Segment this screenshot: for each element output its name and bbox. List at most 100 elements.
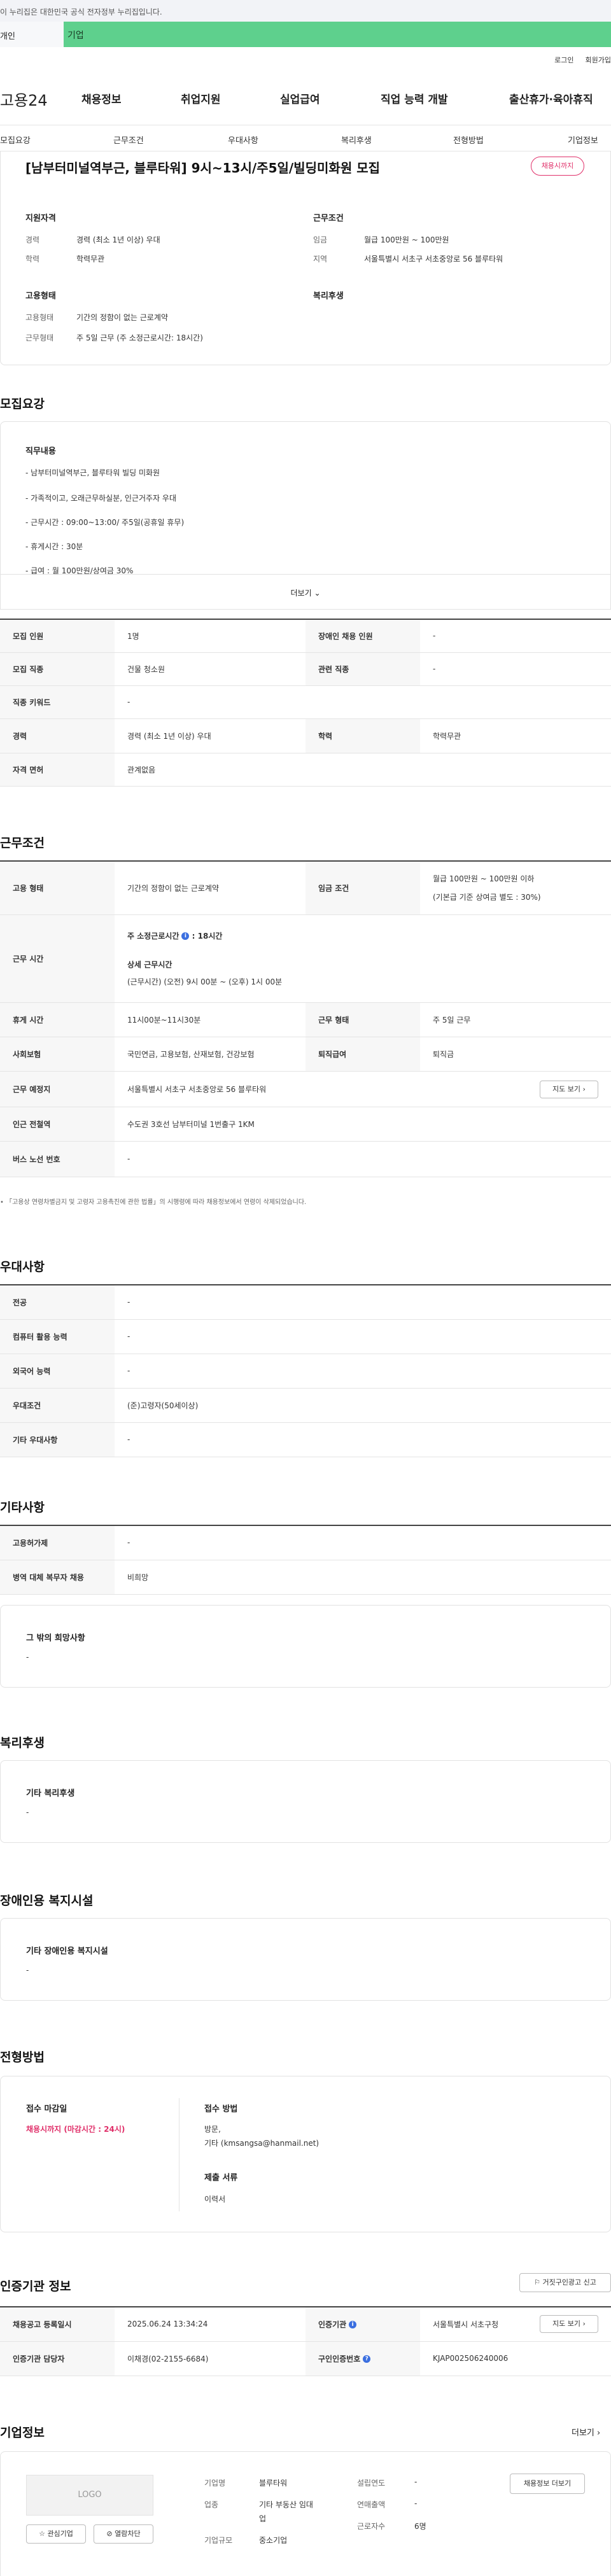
- info-icon[interactable]: i: [349, 2321, 357, 2329]
- detail-hours-value: (근무시간) (오전) 9시 00분 ~ (오후) 1시 00분: [127, 977, 283, 986]
- table-header-cell: 근무 형태: [306, 1002, 420, 1037]
- company-more-link[interactable]: 더보기 ›: [572, 2426, 600, 2438]
- deadline-value: 채용시까지 (마감시간 : 24시): [26, 2125, 125, 2134]
- org-map-button[interactable]: 지도 보기 ›: [540, 2315, 598, 2333]
- table-header-cell: 근무 예정지: [0, 1071, 115, 1107]
- table-row: 채용공고 등록일시 2025.06.24 13:34:24 인증기관 i 서울특별…: [0, 2307, 611, 2342]
- table-cell: 이채경(02-2155-6684): [115, 2341, 306, 2376]
- table-row: 고용 형태 기간의 정함이 없는 근로계약 임금 조건 월급 100만원 ~ 1…: [0, 861, 611, 915]
- career-value: 경력 (최소 1년 이상) 우대: [76, 235, 160, 244]
- chevron-right-icon: ›: [582, 2320, 586, 2328]
- gnb-item[interactable]: 실업급여: [280, 90, 320, 106]
- tab-personal[interactable]: 개인: [0, 22, 64, 47]
- selection-box: 접수 마감일 채용시까지 (마감시간 : 24시) 접수 방법 방문, 기타 (…: [0, 2076, 611, 2232]
- site-logo[interactable]: 고용24: [0, 88, 48, 110]
- cert-table: 채용공고 등록일시 2025.06.24 13:34:24 인증기관 i 서울특별…: [0, 2306, 611, 2376]
- table-cell: 퇴직금: [420, 1037, 611, 1072]
- company-jobs-button[interactable]: 채용정보 더보기: [510, 2474, 585, 2494]
- welfare-value: -: [26, 1808, 29, 1817]
- interest-button[interactable]: ☆ 관심기업: [26, 2524, 86, 2544]
- job-desc-line: - 남부터미널역부근, 블루타워 빌딩 미화원: [25, 468, 160, 477]
- deadline-title: 접수 마감일: [26, 2104, 67, 2114]
- method-value: 방문,: [204, 2125, 221, 2134]
- gnb-item[interactable]: 취업지원: [181, 90, 221, 106]
- age-note: • 「고용상 연령차별금지 및 고령자 고용촉진에 관한 법률」의 시행령에 따…: [0, 1199, 307, 1206]
- wage-line: 월급 100만원 ~ 100만원 이하: [433, 874, 535, 884]
- table-row: 기타 우대사항 -: [0, 1422, 611, 1457]
- table-cell: 월급 100만원 ~ 100만원 이하 (기본급 기준 상여금 별도 : 30%): [420, 861, 611, 915]
- region-value: 서울특별시 서초구 서초중앙로 56 블루타워: [364, 255, 503, 263]
- table-cell: 기간의 정함이 없는 근로계약: [115, 861, 306, 915]
- career-label: 경력: [25, 235, 40, 244]
- subnav-company[interactable]: 기업정보: [568, 134, 598, 146]
- tab-company[interactable]: 기업: [64, 22, 611, 47]
- chevron-down-icon: ⌄: [314, 589, 321, 598]
- detail-hours-label: 상세 근무시간: [127, 960, 172, 969]
- table-header-cell: 자격 면허: [0, 753, 115, 787]
- gnb-item[interactable]: 직업 능력 개발: [381, 90, 448, 106]
- table-cell: 수도권 3호선 남부터미널 1번출구 1KM: [115, 1107, 611, 1142]
- table-cell: 11시00분~11시30분: [115, 1002, 306, 1037]
- join-link[interactable]: 회원가입: [586, 55, 611, 65]
- section-title-welfare: 복리후생: [0, 1736, 45, 1750]
- login-link[interactable]: 로그인: [554, 55, 573, 65]
- sales-value: -: [414, 2499, 418, 2508]
- job-desc-line: - 근무시간 : 09:00~13:00/ 주5일(공휴일 휴무): [25, 518, 185, 527]
- subnav-conditions[interactable]: 근무조건: [113, 134, 144, 146]
- table-cell: -: [115, 1319, 611, 1354]
- table-row: 컴퓨터 활용 능력 -: [0, 1319, 611, 1354]
- block-button[interactable]: ⊘ 열람차단: [94, 2524, 153, 2544]
- info-icon[interactable]: i: [181, 932, 190, 940]
- subnav-selection[interactable]: 전형방법: [453, 134, 484, 146]
- table-header-cell: 구인인증번호?: [306, 2341, 420, 2376]
- section-title-company: 기업정보: [0, 2426, 45, 2440]
- welfare-title: 기타 복리후생: [26, 1789, 75, 1798]
- table-header-cell: 고용허가제: [0, 1525, 115, 1560]
- table-row: 근무 예정지 서울특별시 서초구 서초중앙로 56 블루타워 지도 보기 ›: [0, 1071, 611, 1107]
- cond-heading: 근무조건: [313, 214, 344, 223]
- emptype-label: 고용형태: [25, 313, 54, 322]
- gnb-item[interactable]: 출산휴가·육아휴직: [509, 90, 593, 106]
- table-header-cell: 관련 직종: [306, 652, 420, 686]
- table-row: 우대조건 (준)고령자(50세이상): [0, 1388, 611, 1423]
- map-button[interactable]: 지도 보기 ›: [540, 1080, 598, 1098]
- subnav-preference[interactable]: 우대사항: [228, 134, 258, 146]
- table-header-cell: 경력: [0, 718, 115, 753]
- report-button[interactable]: ⚐ 거짓구인광고 신고: [519, 2273, 611, 2292]
- table-cell: KJAP002506240006: [420, 2341, 611, 2376]
- table-cell: 2025.06.24 13:34:24: [115, 2307, 306, 2342]
- table-row: 외국어 능력 -: [0, 1354, 611, 1389]
- company-logo: LOGO: [26, 2475, 153, 2516]
- worktype-label: 근무형태: [25, 333, 54, 342]
- table-header-cell: 우대조건: [0, 1388, 115, 1423]
- table-header-cell: 버스 노선 번호: [0, 1141, 115, 1177]
- table-header-cell: 학력: [306, 718, 420, 753]
- location-value: 서울특별시 서초구 서초중앙로 56 블루타워: [127, 1084, 267, 1094]
- industry-value: 기타 부동산 임대: [259, 2500, 313, 2509]
- section-title-disabled: 장애인용 복지시설: [0, 1894, 94, 1908]
- subnav-recruit[interactable]: 모집요강: [0, 134, 31, 146]
- table-row: 사회보험 국민연금, 고용보험, 산재보험, 건강보험 퇴직급여 퇴직금: [0, 1037, 611, 1072]
- table-cell: 건물 청소원: [115, 652, 306, 686]
- table-row: 모집 직종 건물 청소원 관련 직종 -: [0, 652, 611, 686]
- conditions-table: 고용 형태 기간의 정함이 없는 근로계약 임금 조건 월급 100만원 ~ 1…: [0, 860, 611, 1177]
- table-row: 휴게 시간 11시00분~11시30분 근무 형태 주 5일 근무: [0, 1002, 611, 1037]
- company-name-label: 기업명: [204, 2479, 226, 2488]
- table-header-cell: 전공: [0, 1285, 115, 1320]
- gnb-item[interactable]: 채용정보: [81, 90, 122, 106]
- method-title: 접수 방법: [204, 2104, 238, 2114]
- industry-label: 업종: [204, 2500, 219, 2509]
- table-header-cell: 퇴직급여: [306, 1037, 420, 1072]
- other-wishes-value: -: [26, 1653, 29, 1662]
- table-row: 직종 키워드 -: [0, 685, 611, 719]
- method-value: 기타 (kmsangsa@hanmail.net): [204, 2139, 320, 2148]
- deadline-badge: 채용시까지: [531, 157, 584, 176]
- info-icon[interactable]: ?: [363, 2355, 371, 2363]
- section-title-preference: 우대사항: [0, 1260, 45, 1274]
- table-header-cell: 인증기관 담당자: [0, 2341, 115, 2376]
- table-row: 경력 경력 (최소 1년 이상) 우대 학력 학력무관: [0, 718, 611, 753]
- table-header-cell: 직종 키워드: [0, 685, 115, 719]
- subnav-welfare[interactable]: 복리후생: [341, 134, 372, 146]
- more-button[interactable]: 더보기 ⌄: [0, 574, 611, 610]
- table-header-cell: 인근 전철역: [0, 1107, 115, 1142]
